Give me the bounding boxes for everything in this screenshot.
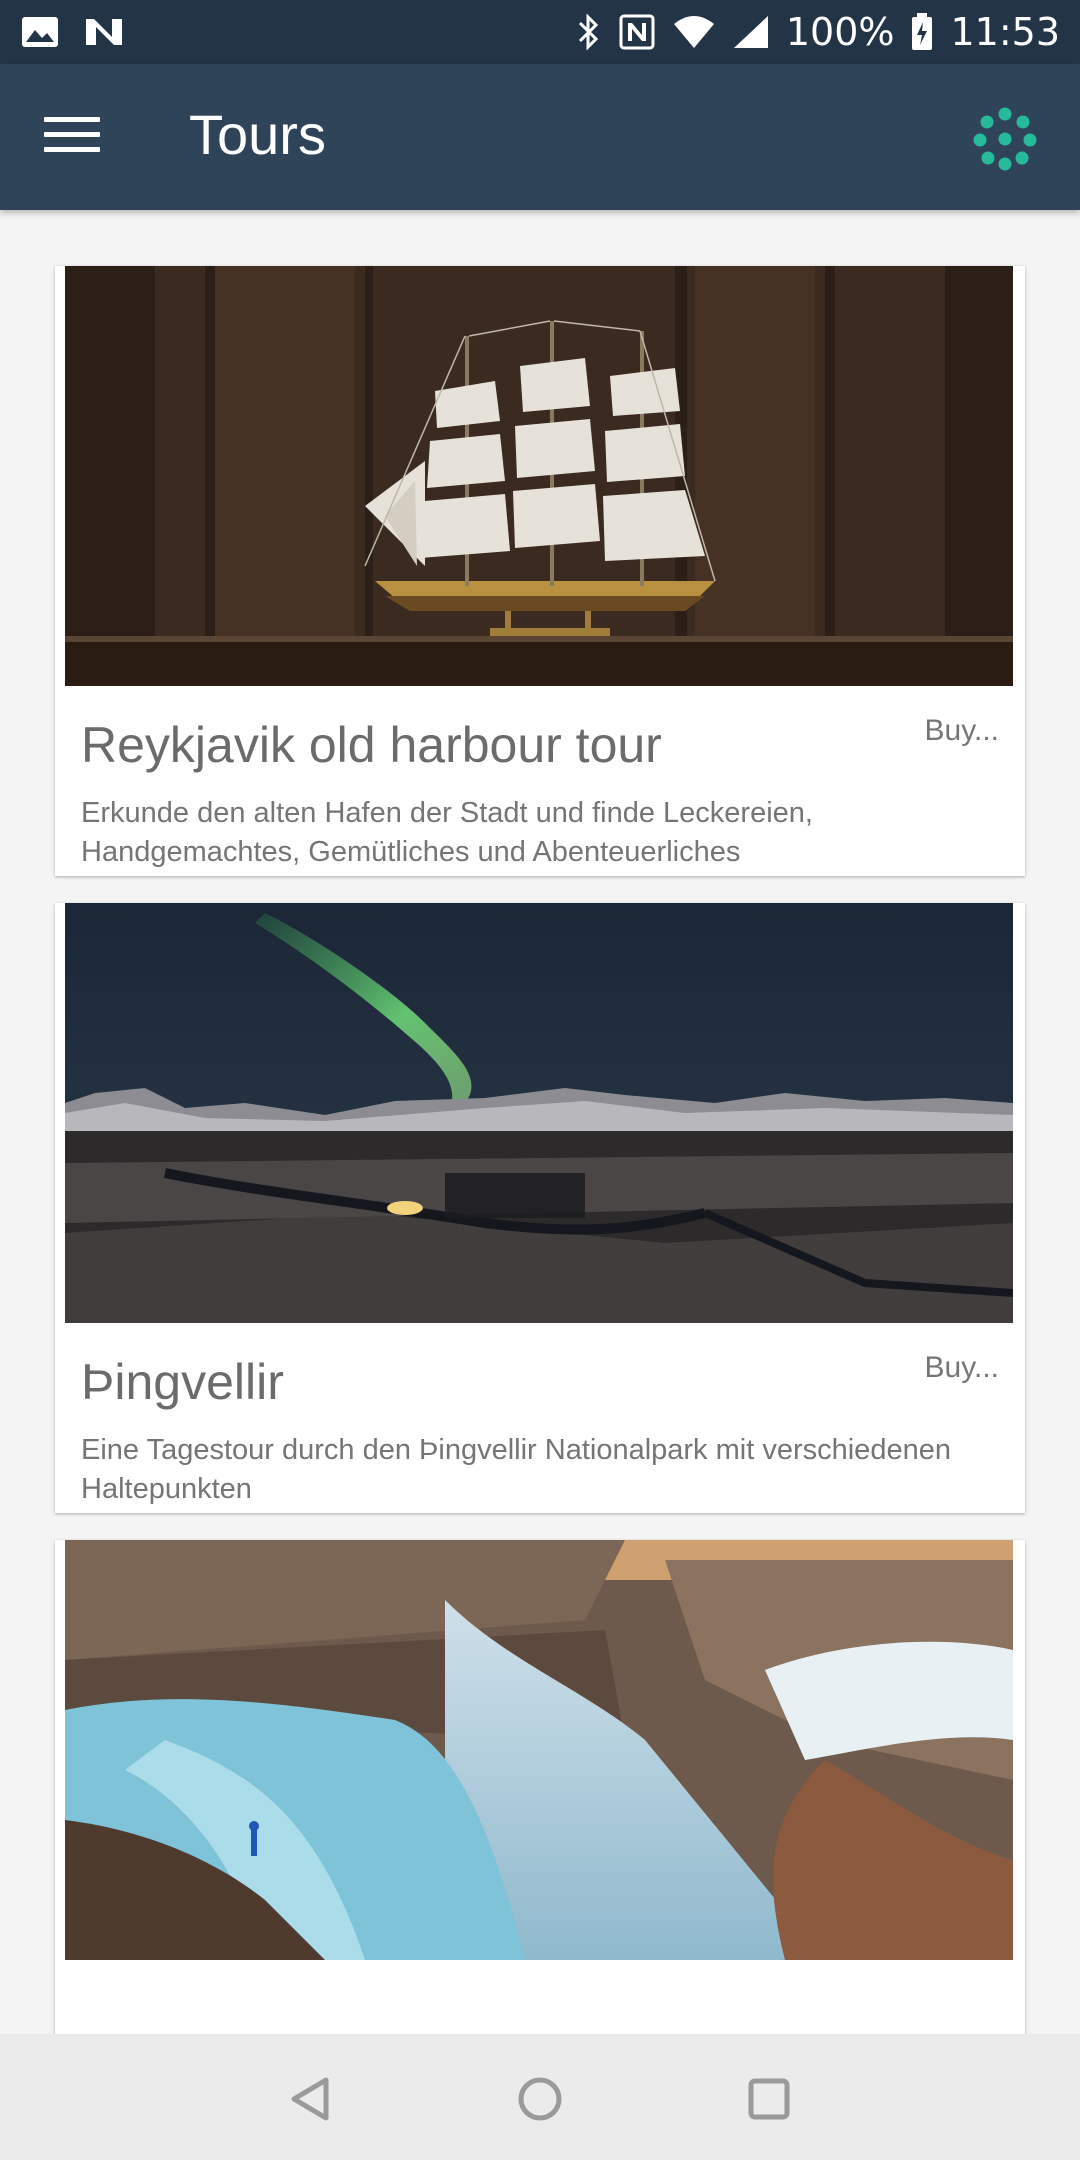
recents-icon[interactable]: [742, 2072, 796, 2126]
tour-card[interactable]: Þingvellir Buy... Eine Tagestour durch d…: [55, 903, 1025, 1513]
dots-circle-icon[interactable]: [970, 104, 1040, 174]
hamburger-menu-icon[interactable]: [44, 117, 100, 157]
battery-charging-icon: [912, 13, 933, 50]
home-icon[interactable]: [513, 2072, 567, 2126]
tour-title: Reykjavik old harbour tour: [81, 717, 662, 773]
image-icon: [22, 17, 58, 47]
tour-list: Reykjavik old harbour tour Buy... Erkund…: [0, 210, 1080, 2034]
buy-button[interactable]: Buy...: [925, 714, 999, 748]
status-bar-right: 100% 11:53: [576, 10, 1060, 54]
bluetooth-icon: [578, 13, 598, 51]
tour-card[interactable]: [55, 1540, 1025, 2034]
signal-icon: [733, 16, 768, 48]
buy-button[interactable]: Buy...: [925, 1351, 999, 1385]
app-bar: Tours: [0, 64, 1080, 210]
status-bar-left: [20, 15, 126, 49]
wifi-icon: [673, 16, 714, 48]
status-bar: 100% 11:53: [0, 0, 1080, 64]
tour-image-aurora: [65, 903, 1013, 1323]
tour-image-waterfall: [65, 1540, 1013, 1960]
nfc-icon: [619, 14, 655, 50]
back-icon[interactable]: [284, 2072, 338, 2126]
tour-card[interactable]: Reykjavik old harbour tour Buy... Erkund…: [55, 266, 1025, 876]
tour-title: Þingvellir: [81, 1354, 284, 1410]
tour-description: Erkunde den alten Hafen der Stadt und fi…: [81, 797, 813, 868]
clock: 11:53: [950, 10, 1060, 54]
navigation-bar: [0, 2034, 1080, 2160]
nfc-n-icon: [86, 19, 122, 45]
tour-description: Eine Tagestour durch den Þingvellir Nati…: [81, 1434, 951, 1505]
page-title: Tours: [189, 103, 326, 166]
battery-percentage: 100%: [785, 10, 895, 54]
tour-image-ship: [65, 266, 1013, 686]
